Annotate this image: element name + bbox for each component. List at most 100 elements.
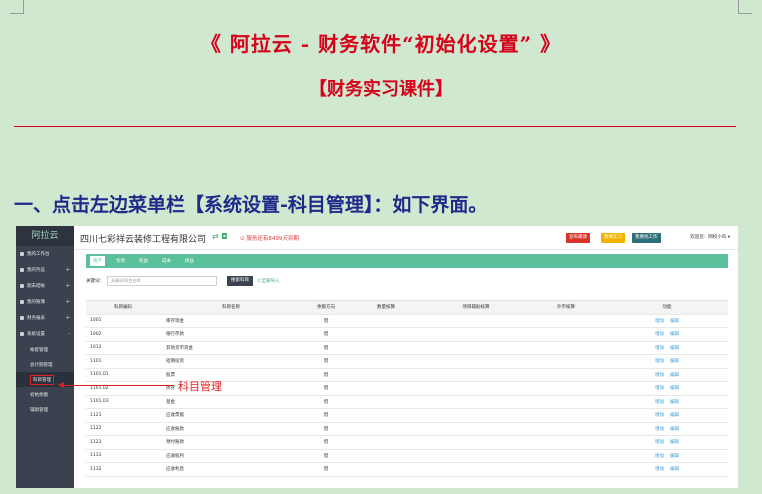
balance-direction: 借 — [323, 345, 329, 351]
tab[interactable]: 资产 — [90, 256, 105, 266]
table-row: 1122 应收账款 借 增加 编辑 — [86, 423, 728, 436]
add-link[interactable]: 增加 — [655, 386, 664, 391]
edit-link[interactable]: 编辑 — [670, 373, 679, 378]
company-name: 四川七彩祥云装修工程有限公司 — [80, 235, 207, 245]
tab[interactable]: 成本 — [159, 256, 174, 266]
sidebar-item[interactable]: 财务报表 + — [16, 310, 74, 326]
add-link[interactable]: 增加 — [655, 467, 664, 472]
account-name: 应收股利 — [166, 453, 184, 459]
instruction-text: 一、点击左边菜单栏【系统设置-科目管理】：如下界面。 — [14, 194, 488, 216]
expand-icon[interactable]: + — [66, 299, 70, 305]
add-link[interactable]: 增加 — [655, 346, 664, 351]
edit-link[interactable]: 编辑 — [670, 467, 679, 472]
balance-direction: 借 — [323, 318, 329, 324]
expand-icon[interactable]: + — [66, 267, 70, 273]
edit-link[interactable]: 编辑 — [670, 319, 679, 324]
actions-cell: 增加 编辑 — [606, 412, 728, 418]
expand-icon[interactable]: + — [66, 283, 70, 289]
account-code: 1122 — [90, 426, 102, 432]
balance-direction: 借 — [323, 413, 329, 419]
account-name: 其他货币资金 — [166, 345, 193, 351]
sidebar-item-label: 财务报表 — [27, 316, 45, 321]
table-header: 科目编码 科目名称 余额方向 数量核算 项目辅助核算 外币核算 功能 — [86, 301, 728, 315]
actions-cell: 增加 编辑 — [606, 331, 728, 337]
account-code: 1101.03 — [90, 399, 109, 405]
top-bar: 四川七彩祥云装修工程有限公司 ⇄ ◘ ⊙ 服务还有8499天到期 宣布邀请 我要… — [74, 226, 738, 250]
sidebar-item[interactable]: 我的账簿 + — [16, 294, 74, 310]
add-link[interactable]: 增加 — [655, 373, 664, 378]
sidebar-item[interactable]: 我的工作台 — [16, 246, 74, 262]
corner-crop-mark — [10, 0, 24, 14]
edit-link[interactable]: 编辑 — [670, 427, 679, 432]
invite-button[interactable]: 宣布邀请 — [566, 233, 590, 243]
tab[interactable]: 损益 — [182, 256, 197, 266]
edit-link[interactable]: 编辑 — [670, 413, 679, 418]
add-link[interactable]: 增加 — [655, 454, 664, 459]
actions-cell: 增加 编辑 — [606, 426, 728, 432]
gear-icon — [20, 332, 24, 336]
balance-direction: 借 — [323, 332, 329, 338]
expand-icon[interactable]: - — [68, 331, 70, 337]
account-name: 预付账款 — [166, 440, 184, 446]
balance-direction: 借 — [323, 399, 329, 405]
sidebar-subitem-label: 初始余额 — [30, 392, 48, 398]
add-link[interactable]: 增加 — [655, 427, 664, 432]
balance-direction: 借 — [323, 372, 329, 378]
import-all-link[interactable]: Ⓒ全部导入 — [257, 278, 280, 284]
edit-link[interactable]: 编辑 — [670, 454, 679, 459]
column-header: 科目编码 — [114, 305, 132, 311]
actions-cell: 增加 编辑 — [606, 372, 728, 378]
sidebar-subitem[interactable]: 帐套管理 — [16, 342, 74, 357]
account-name: 股票 — [166, 372, 175, 378]
app-logo: 阿拉云 — [16, 226, 74, 246]
internship-button[interactable]: 我要实习 — [601, 233, 625, 243]
table-row: 1012 其他货币资金 借 增加 编辑 — [86, 342, 728, 355]
sidebar-subitem[interactable]: 会计期管理 — [16, 357, 74, 372]
actions-cell: 增加 编辑 — [606, 358, 728, 364]
edit-link[interactable]: 编辑 — [670, 359, 679, 364]
sidebar-item[interactable]: 系统设置 - — [16, 326, 74, 342]
switch-company-icon[interactable]: ⇄ ◘ — [212, 232, 228, 241]
search-button[interactable]: 搜索科目 — [227, 276, 253, 286]
actions-cell: 增加 编辑 — [606, 345, 728, 351]
account-name: 应收账款 — [166, 426, 184, 432]
edit-link[interactable]: 编辑 — [670, 386, 679, 391]
tab[interactable]: 负债 — [113, 256, 128, 266]
embedded-screenshot: 阿拉云 我的工作台 我的凭证 + 期末结帐 + 我的账簿 + 财务报表 + 系统设置 - 帐套管理会… — [16, 226, 738, 488]
table-row: 1101 短期投资 借 增加 编辑 — [86, 355, 728, 369]
annotation-callout: 科目管理 — [178, 380, 222, 393]
sidebar-item-label: 系统设置 — [27, 332, 45, 337]
add-link[interactable]: 增加 — [655, 413, 664, 418]
column-header: 数量核算 — [377, 305, 395, 311]
add-link[interactable]: 增加 — [655, 400, 664, 405]
add-link[interactable]: 增加 — [655, 359, 664, 364]
balance-direction: 借 — [323, 467, 329, 473]
expand-icon[interactable]: + — [66, 315, 70, 321]
sidebar-subitem-label: 会计期管理 — [30, 362, 53, 368]
tab[interactable]: 权益 — [136, 256, 151, 266]
add-link[interactable]: 增加 — [655, 332, 664, 337]
edit-link[interactable]: 编辑 — [670, 440, 679, 445]
gear-icon — [20, 268, 24, 272]
account-type-tabs: 资产 负债 权益 成本 损益 — [86, 254, 728, 268]
edit-link[interactable]: 编辑 — [670, 346, 679, 351]
search-label: 关键词： — [86, 279, 104, 284]
actions-cell: 增加 编辑 — [606, 318, 728, 324]
sidebar-subitem[interactable]: 初始余额 — [16, 387, 74, 402]
search-input[interactable]: 关键词/科目名称 — [107, 276, 217, 286]
table-row: 1001 库存现金 借 增加 编辑 — [86, 315, 728, 328]
sidebar-subitem[interactable]: 辅助管理 — [16, 402, 74, 417]
add-link[interactable]: 增加 — [655, 440, 664, 445]
user-welcome-menu[interactable]: 欢迎您：网校小鸟 ▾ — [690, 234, 730, 240]
actions-cell: 增加 编辑 — [606, 439, 728, 445]
edit-link[interactable]: 编辑 — [670, 332, 679, 337]
add-link[interactable]: 增加 — [655, 319, 664, 324]
find-job-button[interactable]: 我要找工作 — [632, 233, 661, 243]
table-row: 1002 银行存款 借 增加 编辑 — [86, 328, 728, 342]
search-row: 关键词： 关键词/科目名称 搜索科目 Ⓒ全部导入 — [86, 275, 280, 287]
edit-link[interactable]: 编辑 — [670, 400, 679, 405]
sidebar-item[interactable]: 我的凭证 + — [16, 262, 74, 278]
account-name: 银行存款 — [166, 332, 184, 338]
sidebar-item[interactable]: 期末结帐 + — [16, 278, 74, 294]
sidebar-subitem-label: 帐套管理 — [30, 347, 48, 353]
